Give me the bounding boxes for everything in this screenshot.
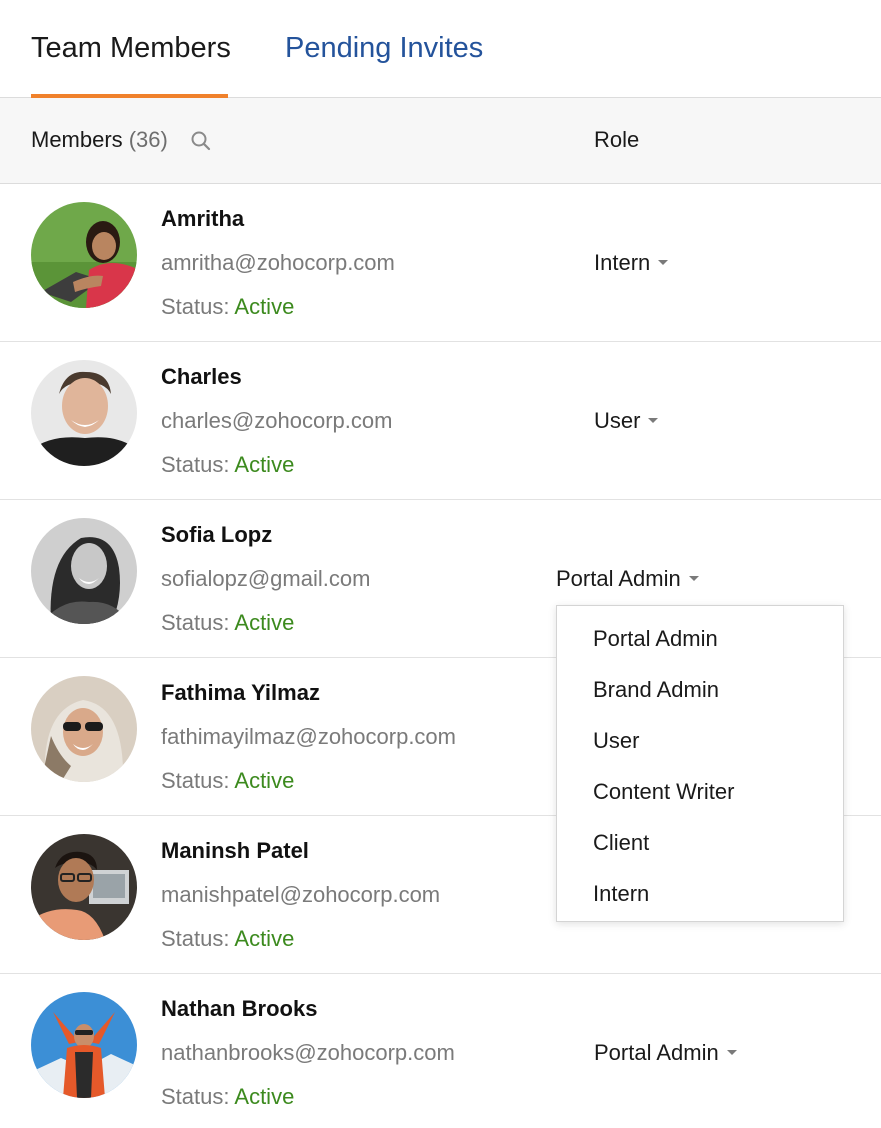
avatar: [31, 202, 137, 308]
member-name: Maninsh Patel: [161, 838, 309, 863]
members-table-header: Members (36) Role: [0, 98, 881, 184]
member-status: Status: Active: [161, 610, 294, 636]
avatar: [31, 676, 137, 782]
tab-team-members[interactable]: Team Members: [31, 30, 231, 66]
members-count: (36): [128, 127, 168, 152]
member-status: Status: Active: [161, 768, 294, 794]
role-column-header: Role: [594, 127, 640, 152]
role-select[interactable]: User: [594, 408, 659, 434]
status-value: Active: [234, 294, 295, 319]
status-label: Status:: [161, 294, 230, 319]
member-name: Amritha: [161, 206, 245, 231]
member-email: sofialopz@gmail.com: [161, 566, 371, 591]
member-status: Status: Active: [161, 452, 294, 478]
member-status: Status: Active: [161, 1084, 294, 1110]
role-option-intern[interactable]: Intern: [593, 881, 649, 907]
member-email: fathimayilmaz@zohocorp.com: [161, 724, 456, 749]
status-label: Status:: [161, 926, 230, 951]
role-option-client[interactable]: Client: [593, 830, 649, 856]
role-option-brand-admin[interactable]: Brand Admin: [593, 677, 719, 703]
avatar: [31, 518, 137, 624]
role-value: User: [594, 408, 641, 433]
members-column-header: Members (36): [31, 127, 168, 153]
member-row: Charles charles@zohocorp.com Status: Act…: [0, 342, 881, 500]
role-option-portal-admin[interactable]: Portal Admin: [593, 626, 718, 652]
search-icon[interactable]: [190, 130, 212, 152]
tab-pending-invites[interactable]: Pending Invites: [285, 30, 483, 66]
member-name: Sofia Lopz: [161, 522, 273, 547]
member-email: charles@zohocorp.com: [161, 408, 393, 433]
chevron-down-icon: [658, 259, 669, 265]
status-label: Status:: [161, 1084, 230, 1109]
status-value: Active: [234, 1084, 295, 1109]
role-option-user[interactable]: User: [593, 728, 639, 754]
status-value: Active: [234, 452, 295, 477]
member-name: Nathan Brooks: [161, 996, 318, 1021]
role-select[interactable]: Portal Admin: [594, 1040, 737, 1066]
avatar: [31, 360, 137, 466]
member-status: Status: Active: [161, 294, 294, 320]
member-name: Charles: [161, 364, 242, 389]
chevron-down-icon: [648, 417, 659, 423]
role-dropdown-menu: Portal Admin Brand Admin User Content Wr…: [556, 605, 844, 922]
members-label: Members: [31, 127, 123, 152]
role-select[interactable]: Intern: [594, 250, 669, 276]
avatar: [31, 992, 137, 1098]
member-status: Status: Active: [161, 926, 294, 952]
chevron-down-icon: [688, 575, 699, 581]
member-email: amritha@zohocorp.com: [161, 250, 395, 275]
status-value: Active: [234, 768, 295, 793]
member-row: Amritha amritha@zohocorp.com Status: Act…: [0, 184, 881, 342]
status-value: Active: [234, 926, 295, 951]
member-email: manishpatel@zohocorp.com: [161, 882, 441, 907]
member-email: nathanbrooks@zohocorp.com: [161, 1040, 455, 1065]
member-row: Nathan Brooks nathanbrooks@zohocorp.com …: [0, 974, 881, 1128]
role-value: Portal Admin: [594, 1040, 719, 1065]
role-select[interactable]: Portal Admin: [556, 566, 699, 592]
member-name: Fathima Yilmaz: [161, 680, 320, 705]
role-value: Portal Admin: [556, 566, 681, 591]
status-value: Active: [234, 610, 295, 635]
status-label: Status:: [161, 452, 230, 477]
status-label: Status:: [161, 768, 230, 793]
role-value: Intern: [594, 250, 651, 275]
role-option-content-writer[interactable]: Content Writer: [593, 779, 734, 805]
avatar: [31, 834, 137, 940]
status-label: Status:: [161, 610, 230, 635]
tab-bar: Team Members Pending Invites: [0, 0, 881, 98]
chevron-down-icon: [726, 1049, 737, 1055]
